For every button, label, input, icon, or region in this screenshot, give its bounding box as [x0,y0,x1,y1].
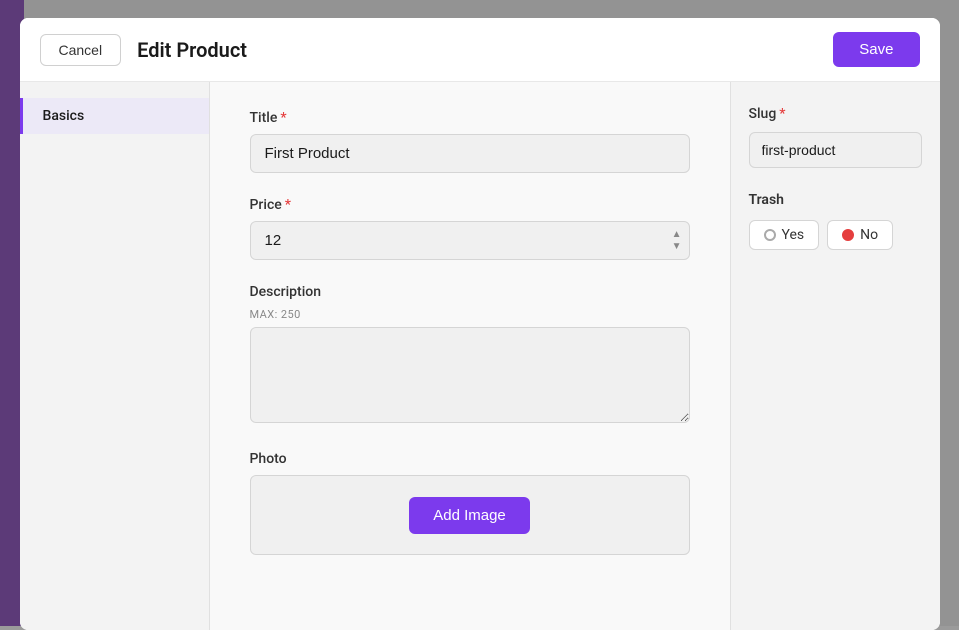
modal-header-left: Cancel Edit Product [40,34,247,66]
add-image-button[interactable]: Add Image [409,497,530,534]
photo-upload-area: Add Image [250,475,690,555]
photo-group: Photo Add Image [250,451,690,555]
modal-nav: Basics [20,82,210,630]
trash-yes-label: Yes [782,227,805,243]
slug-required-star: * [779,106,785,122]
title-input[interactable] [250,134,690,173]
price-increment-button[interactable]: ▲ [672,230,682,240]
description-label: Description [250,284,690,300]
trash-yes-option[interactable]: Yes [749,220,820,250]
trash-radio-group: Yes No [749,220,922,250]
title-label-text: Title [250,110,278,126]
slug-input[interactable] [749,132,922,168]
price-spinners: ▲ ▼ [672,230,682,252]
trash-no-option[interactable]: No [827,220,893,250]
slug-label: Slug * [749,106,922,122]
title-label: Title * [250,110,690,126]
price-label-text: Price [250,197,282,213]
slug-group: Slug * [749,106,922,168]
edit-product-modal: Cancel Edit Product Save Basics Title * [20,18,940,630]
modal-body: Basics Title * Price * [20,82,940,630]
description-textarea[interactable] [250,327,690,423]
trash-yes-dot [764,229,776,241]
nav-item-basics[interactable]: Basics [20,98,209,134]
trash-label: Trash [749,192,922,208]
title-required-star: * [280,110,286,126]
price-group: Price * ▲ ▼ [250,197,690,260]
price-decrement-button[interactable]: ▼ [672,242,682,252]
modal-sidebar: Slug * Trash Yes No [730,82,940,630]
trash-no-dot [842,229,854,241]
save-button[interactable]: Save [833,32,919,67]
price-required-star: * [285,197,291,213]
modal-title: Edit Product [137,38,247,62]
slug-label-text: Slug [749,106,777,122]
description-label-text: Description [250,284,322,300]
price-input-wrapper: ▲ ▼ [250,221,690,260]
cancel-button[interactable]: Cancel [40,34,122,66]
modal-header: Cancel Edit Product Save [20,18,940,82]
title-group: Title * [250,110,690,173]
photo-label: Photo [250,451,690,467]
price-input[interactable] [250,221,690,260]
trash-no-label: No [860,227,878,243]
photo-label-text: Photo [250,451,287,467]
modal-main-form: Title * Price * ▲ ▼ [210,82,730,630]
description-sublabel: MAX: 250 [250,308,690,321]
trash-section: Trash Yes No [749,192,922,250]
description-group: Description MAX: 250 [250,284,690,427]
price-label: Price * [250,197,690,213]
